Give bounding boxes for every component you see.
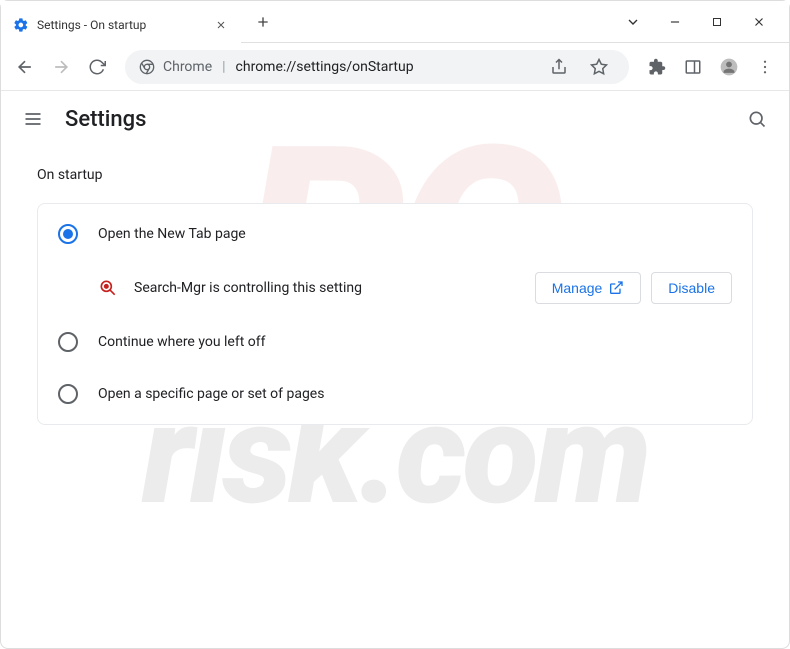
option-label: Continue where you left off xyxy=(98,334,266,350)
tab-close-icon[interactable] xyxy=(213,17,229,33)
extension-notice: Search-Mgr is controlling this setting M… xyxy=(38,260,752,316)
menu-icon[interactable] xyxy=(749,51,781,83)
content: On startup Open the New Tab page Search-… xyxy=(1,147,789,445)
settings-favicon-icon xyxy=(13,17,29,33)
manage-button-label: Manage xyxy=(552,280,603,296)
disable-button[interactable]: Disable xyxy=(651,272,732,304)
radio-selected-icon[interactable] xyxy=(58,224,78,244)
search-icon[interactable] xyxy=(745,107,769,131)
option-label: Open the New Tab page xyxy=(98,226,246,242)
chevron-down-icon[interactable] xyxy=(621,10,645,34)
bookmark-star-icon[interactable] xyxy=(583,51,615,83)
share-icon[interactable] xyxy=(543,51,575,83)
startup-card: Open the New Tab page Search-Mgr is cont… xyxy=(37,203,753,425)
back-button[interactable] xyxy=(9,51,41,83)
toolbar: Chrome | chrome://settings/onStartup xyxy=(1,43,789,91)
extension-notice-text: Search-Mgr is controlling this setting xyxy=(134,280,519,296)
option-new-tab[interactable]: Open the New Tab page xyxy=(38,208,752,260)
address-separator: | xyxy=(222,59,225,75)
hamburger-menu-icon[interactable] xyxy=(21,107,45,131)
page-title: Settings xyxy=(65,107,146,132)
sidepanel-icon[interactable] xyxy=(677,51,709,83)
reload-button[interactable] xyxy=(81,51,113,83)
chrome-icon xyxy=(139,59,155,75)
address-prefix: Chrome xyxy=(163,59,212,75)
radio-unselected-icon[interactable] xyxy=(58,332,78,352)
close-button[interactable] xyxy=(747,10,771,34)
forward-button[interactable] xyxy=(45,51,77,83)
window-controls xyxy=(603,10,789,34)
option-specific-pages[interactable]: Open a specific page or set of pages xyxy=(38,368,752,420)
minimize-button[interactable] xyxy=(663,10,687,34)
new-tab-button[interactable] xyxy=(249,8,277,36)
option-continue[interactable]: Continue where you left off xyxy=(38,316,752,368)
extension-warning-icon xyxy=(98,278,118,298)
option-label: Open a specific page or set of pages xyxy=(98,386,324,402)
address-bar[interactable]: Chrome | chrome://settings/onStartup xyxy=(125,50,629,84)
radio-unselected-icon[interactable] xyxy=(58,384,78,404)
profile-icon[interactable] xyxy=(713,51,745,83)
manage-button[interactable]: Manage xyxy=(535,272,642,304)
titlebar: Settings - On startup xyxy=(1,1,789,43)
extensions-icon[interactable] xyxy=(641,51,673,83)
disable-button-label: Disable xyxy=(668,280,715,296)
browser-tab[interactable]: Settings - On startup xyxy=(1,7,241,43)
tab-title: Settings - On startup xyxy=(37,18,205,32)
section-title: On startup xyxy=(37,167,753,183)
address-url: chrome://settings/onStartup xyxy=(236,59,414,75)
settings-header: Settings xyxy=(1,91,789,147)
maximize-button[interactable] xyxy=(705,10,729,34)
open-external-icon xyxy=(608,280,624,296)
